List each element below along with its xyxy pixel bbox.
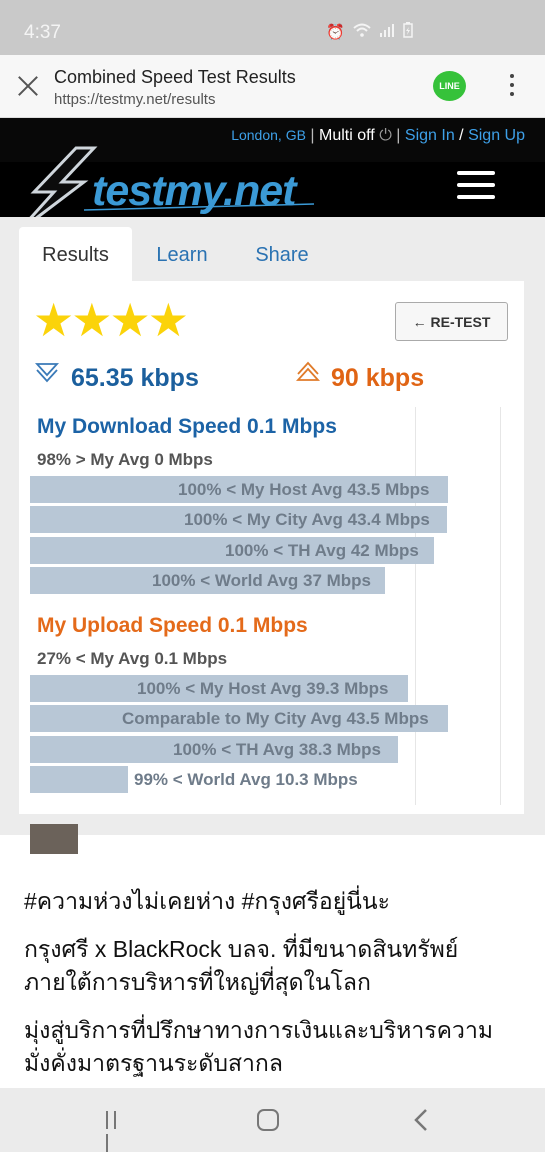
download-bar-city: 100% < My City Avg 43.4 Mbps: [30, 506, 447, 533]
download-bar-world: 100% < World Avg 37 Mbps: [30, 567, 385, 594]
download-bar-host: 100% < My Host Avg 43.5 Mbps: [30, 476, 448, 503]
close-icon[interactable]: [15, 73, 41, 99]
bar-label: 100% < My Host Avg 43.5 Mbps: [178, 480, 430, 499]
location-link[interactable]: London, GB: [231, 127, 306, 143]
bar-label: 100% < World Avg 37 Mbps: [152, 571, 372, 590]
alarm-icon: ⏰: [326, 24, 345, 41]
page-url: https://testmy.net/results: [54, 91, 216, 108]
download-arrow-icon: [34, 361, 60, 389]
upload-bar-country: 100% < TH Avg 38.3 Mbps: [30, 736, 398, 763]
recent-apps-icon[interactable]: [106, 1111, 128, 1152]
hamburger-menu-icon[interactable]: [457, 171, 495, 199]
tab-results[interactable]: Results: [19, 227, 132, 283]
separator: /: [459, 127, 464, 144]
upload-heading: My Upload Speed 0.1 Mbps: [37, 614, 308, 637]
bar-label: Comparable to My City Avg 43.5 Mbps: [122, 709, 429, 728]
upload-arrow-icon: [295, 361, 321, 389]
power-icon[interactable]: ⏻: [379, 127, 392, 144]
post-line: มุ่งสู่บริการที่ปรึกษาทางการเงินและบริหา…: [24, 1017, 494, 1043]
post-author-cut: [108, 824, 308, 838]
separator: |: [396, 127, 401, 144]
download-speed: 65.35 kbps: [71, 364, 199, 392]
bar-label: 100% < My Host Avg 39.3 Mbps: [137, 679, 389, 698]
rating-stars: ★★★★: [33, 294, 189, 346]
bar-label: 100% < My City Avg 43.4 Mbps: [184, 510, 430, 529]
battery-icon: [403, 22, 413, 42]
wifi-icon: [353, 23, 371, 41]
upload-my-avg: 27% < My Avg 0.1 Mbps: [37, 649, 228, 668]
home-icon[interactable]: [257, 1109, 279, 1131]
status-time: 4:37: [24, 22, 61, 43]
upload-speed: 90 kbps: [331, 364, 425, 392]
post-line: มั่งคั่งมาตรฐานระดับสากล: [24, 1050, 283, 1076]
bar-label: 100% < TH Avg 38.3 Mbps: [173, 740, 382, 759]
upload-bar-city: Comparable to My City Avg 43.5 Mbps: [30, 705, 448, 732]
line-share-icon[interactable]: LINE: [433, 71, 466, 101]
gridline: [415, 407, 416, 805]
more-options-icon[interactable]: [508, 74, 516, 100]
post-line: #ความห่วงไม่เคยห่าง #กรุงศรีอยู่นี่นะ: [24, 888, 390, 914]
retest-button[interactable]: ← RE-TEST: [395, 302, 508, 341]
back-icon[interactable]: [413, 1108, 429, 1139]
site-top-links: London, GB | Multi off ⏻ | Sign In / Sig…: [231, 127, 525, 145]
signal-icon: [379, 23, 395, 41]
bar-label: 99% < World Avg 10.3 Mbps: [134, 770, 358, 789]
sign-in-link[interactable]: Sign In: [405, 127, 455, 144]
tab-learn[interactable]: Learn: [140, 227, 224, 283]
post-avatar-caption: [30, 854, 78, 866]
page-title: Combined Speed Test Results: [54, 67, 296, 87]
post-line: ภายใต้การบริหารที่ใหญ่ที่สุดในโลก: [24, 969, 371, 995]
tab-share[interactable]: Share: [240, 227, 324, 283]
site-logo[interactable]: testmy.net: [92, 167, 296, 216]
multi-toggle-label[interactable]: Multi off: [319, 127, 375, 144]
post-line: กรุงศรี x BlackRock บลจ. ที่มีขนาดสินทรั…: [24, 936, 459, 962]
download-heading: My Download Speed 0.1 Mbps: [37, 415, 337, 438]
download-my-avg: 98% > My Avg 0 Mbps: [37, 450, 213, 469]
upload-bar-world: 99% < World Avg 10.3 Mbps: [30, 766, 358, 793]
gridline: [500, 407, 501, 805]
upload-bar-host: 100% < My Host Avg 39.3 Mbps: [30, 675, 408, 702]
sign-up-link[interactable]: Sign Up: [468, 127, 525, 144]
status-bar: 4:37 ⏰: [0, 0, 545, 55]
download-bar-country: 100% < TH Avg 42 Mbps: [30, 537, 434, 564]
status-icons: ⏰: [326, 22, 413, 42]
bar-label: 100% < TH Avg 42 Mbps: [225, 541, 419, 560]
separator: |: [310, 127, 315, 144]
